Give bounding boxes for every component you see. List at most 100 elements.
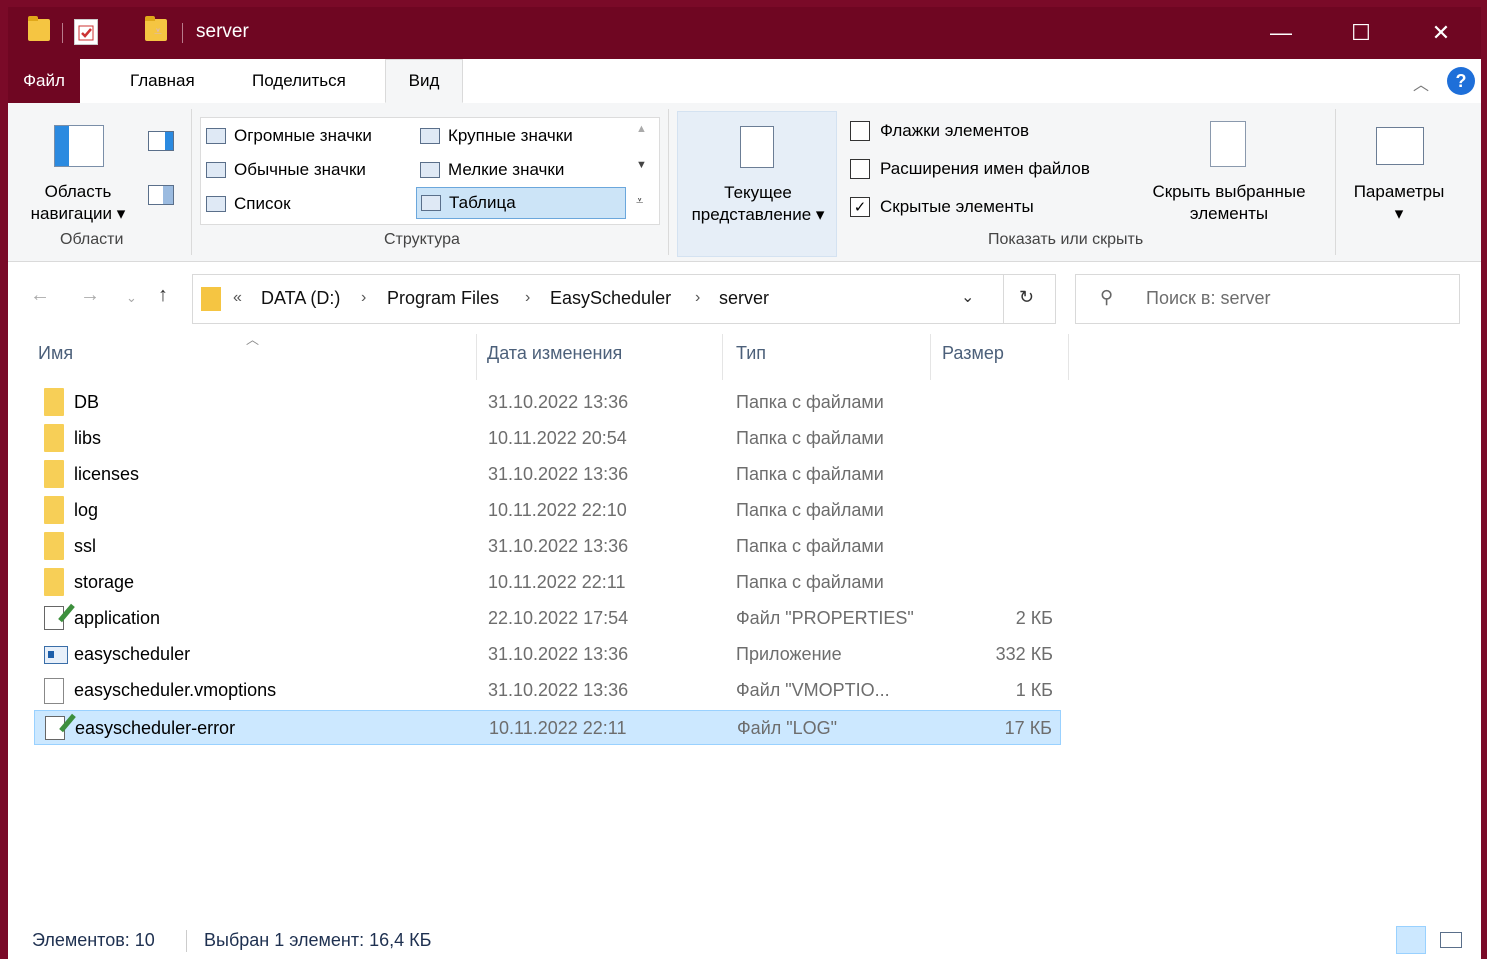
column-name[interactable]: Имя	[38, 343, 73, 373]
minimize-button[interactable]: —	[1241, 7, 1321, 59]
file-row[interactable]: easyscheduler 31.10.2022 13:36 Приложени…	[34, 637, 1061, 672]
file-row[interactable]: libs 10.11.2022 20:54 Папка с файлами	[34, 421, 1061, 456]
file-date: 10.11.2022 20:54	[488, 428, 627, 448]
breadcrumb-overflow[interactable]: «	[233, 289, 242, 307]
small-icons-icon	[420, 162, 440, 178]
hidden-items-checkbox[interactable]: ✓ Скрытые элементы	[850, 197, 1034, 217]
forward-arrow-icon[interactable]: →	[80, 284, 100, 307]
file-size: 17 КБ	[1004, 718, 1052, 738]
file-size: 2 КБ	[1015, 608, 1053, 628]
maximize-button[interactable]: ☐	[1321, 7, 1401, 59]
hide-selected-label: Скрыть выбранные	[1152, 182, 1306, 201]
details-view-icon[interactable]	[1396, 926, 1426, 954]
file-row-selected[interactable]: easyscheduler-error 10.11.2022 22:11 Фай…	[34, 710, 1061, 745]
chevron-right-icon[interactable]: ›	[361, 289, 366, 307]
file-type: Файл "PROPERTIES"	[736, 608, 914, 628]
nav-pane-button[interactable]: Область навигации ▾	[18, 113, 138, 223]
layout-label: Таблица	[449, 193, 516, 212]
layout-details[interactable]: Таблица	[416, 187, 626, 219]
layout-small-icons[interactable]: Мелкие значки	[420, 155, 564, 185]
search-icon: ⚲	[1100, 287, 1114, 307]
file-type: Папка с файлами	[736, 536, 884, 556]
gallery-more-icon[interactable]: ⩡	[636, 193, 643, 209]
layout-label: Обычные значки	[234, 160, 366, 179]
breadcrumb-easyscheduler[interactable]: EasyScheduler	[550, 288, 671, 309]
search-input[interactable]: Поиск в: server	[1146, 288, 1270, 309]
large-icons-view-icon[interactable]	[1440, 932, 1462, 948]
title-bar: ⩡ server — ☐ ✕	[8, 7, 1481, 59]
text-file-icon	[44, 678, 64, 704]
file-name: ssl	[74, 536, 96, 556]
recent-locations-icon[interactable]: ⌄	[126, 290, 137, 306]
collapse-ribbon-icon[interactable]: ︿	[1413, 71, 1429, 95]
file-row[interactable]: storage 10.11.2022 22:11 Папка с файлами	[34, 565, 1061, 600]
ribbon-tabs: Файл Главная Поделиться Вид ︿ ?	[8, 59, 1481, 104]
search-box[interactable]: ⚲ Поиск в: server	[1075, 274, 1460, 324]
column-divider[interactable]	[930, 334, 931, 380]
file-extensions-checkbox[interactable]: Расширения имен файлов	[850, 159, 1090, 179]
file-name: DB	[74, 392, 100, 412]
gallery-scroll-up-icon[interactable]: ▲	[636, 123, 647, 135]
options-button[interactable]: Параметры ▾	[1344, 111, 1454, 225]
file-name: licenses	[74, 464, 140, 484]
areas-group-label: Области	[60, 231, 124, 248]
layout-extra-large-icons[interactable]: Огромные значки	[206, 121, 372, 151]
current-view-button[interactable]: Текущее представление ▾	[677, 111, 837, 257]
folder-icon	[44, 532, 64, 560]
column-size[interactable]: Размер	[942, 343, 1004, 373]
file-date: 10.11.2022 22:11	[488, 572, 626, 592]
column-divider[interactable]	[1068, 334, 1069, 380]
file-date: 31.10.2022 13:36	[488, 680, 629, 700]
column-date[interactable]: Дата изменения	[487, 343, 622, 373]
layout-list[interactable]: Список	[206, 189, 291, 219]
help-icon[interactable]: ?	[1447, 67, 1475, 95]
chevron-right-icon[interactable]: ›	[525, 289, 530, 307]
breadcrumb-program-files[interactable]: Program Files	[387, 288, 499, 309]
edit-file-icon	[45, 716, 65, 740]
file-row[interactable]: licenses 31.10.2022 13:36 Папка с файлам…	[34, 457, 1061, 492]
file-type: Файл "VMOPTIO...	[736, 680, 890, 700]
layout-large-icons[interactable]: Крупные значки	[420, 121, 573, 151]
gallery-scroll-down-icon[interactable]: ▼	[636, 159, 647, 171]
hide-selected-button[interactable]: Скрыть выбранные элементы	[1136, 111, 1322, 225]
large-icons-icon	[420, 128, 440, 144]
properties-icon[interactable]	[74, 19, 98, 45]
file-row[interactable]: ssl 31.10.2022 13:36 Папка с файлами	[34, 529, 1061, 564]
file-name: libs	[74, 428, 102, 448]
chevron-right-icon[interactable]: ›	[695, 289, 700, 307]
selection-info: Выбран 1 элемент: 16,4 КБ	[204, 930, 432, 950]
column-divider[interactable]	[722, 334, 723, 380]
file-name: easyscheduler	[74, 644, 191, 664]
show-hide-group-label: Показать или скрыть	[988, 231, 1144, 248]
tab-view[interactable]: Вид	[385, 59, 463, 103]
quick-access-dropdown-icon[interactable]: ⩡	[154, 23, 162, 40]
explorer-window: ⩡ server — ☐ ✕ Файл Главная Поделиться В…	[8, 7, 1481, 959]
address-dropdown-icon[interactable]: ⌄	[961, 287, 974, 307]
column-divider[interactable]	[476, 334, 477, 380]
check-icon: ✓	[850, 197, 870, 217]
breadcrumb-drive[interactable]: DATA (D:)	[261, 288, 340, 309]
status-bar: Элементов: 10 Выбран 1 элемент: 16,4 КБ	[8, 922, 1481, 959]
back-arrow-icon[interactable]: ←	[30, 284, 50, 307]
file-row[interactable]: log 10.11.2022 22:10 Папка с файлами	[34, 493, 1061, 528]
layout-medium-icons[interactable]: Обычные значки	[206, 155, 366, 185]
file-row[interactable]: easyscheduler.vmoptions 31.10.2022 13:36…	[34, 673, 1061, 708]
breadcrumb-server[interactable]: server	[719, 288, 769, 309]
checkbox-label: Расширения имен файлов	[880, 159, 1090, 178]
details-pane-icon[interactable]	[148, 185, 174, 205]
tab-home[interactable]: Главная	[118, 59, 207, 103]
item-checkboxes-checkbox[interactable]: Флажки элементов	[850, 121, 1029, 141]
close-button[interactable]: ✕	[1401, 7, 1481, 59]
file-date: 31.10.2022 13:36	[488, 644, 629, 664]
refresh-icon[interactable]: ↻	[1019, 287, 1034, 308]
file-row[interactable]: application 22.10.2022 17:54 Файл "PROPE…	[34, 601, 1061, 636]
address-bar[interactable]: « DATA (D:) › Program Files › EasySchedu…	[192, 274, 1056, 324]
tab-share[interactable]: Поделиться	[240, 59, 358, 103]
file-row[interactable]: DB 31.10.2022 13:36 Папка с файлами	[34, 385, 1061, 420]
preview-pane-icon[interactable]	[148, 131, 174, 151]
tab-file[interactable]: Файл	[8, 59, 80, 103]
up-arrow-icon[interactable]: ↑	[158, 284, 168, 307]
edit-file-icon	[44, 606, 64, 630]
file-name: easyscheduler-error	[75, 718, 236, 738]
column-type[interactable]: Тип	[736, 343, 766, 373]
